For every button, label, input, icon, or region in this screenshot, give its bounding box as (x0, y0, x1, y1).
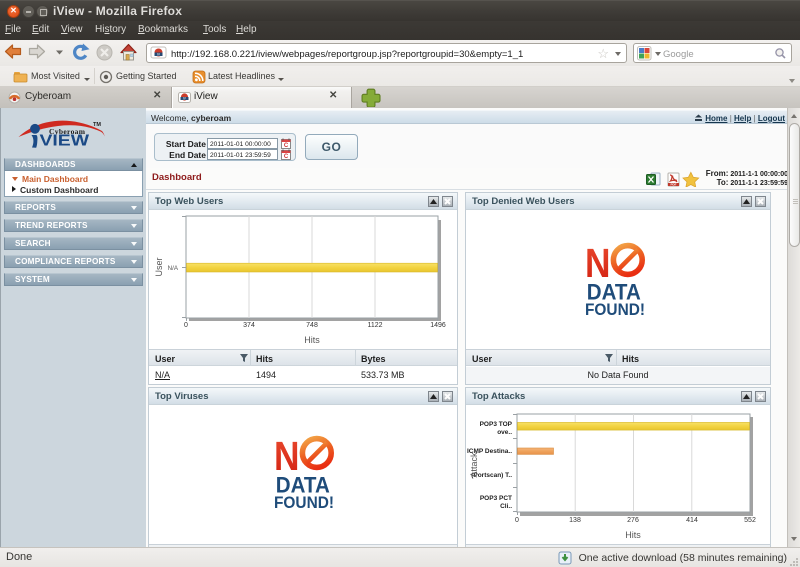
svg-text:748: 748 (306, 322, 318, 329)
svg-text:276: 276 (627, 517, 639, 524)
svg-text:POP3 TOP: POP3 TOP (480, 421, 513, 428)
svg-text:User: User (154, 257, 164, 276)
svg-text:Hits: Hits (304, 335, 320, 345)
svg-text:C: C (284, 154, 289, 160)
svg-text:Attack: Attack (469, 452, 479, 478)
svg-text:1496: 1496 (430, 322, 446, 329)
svg-text:552: 552 (744, 517, 756, 524)
svg-text:ove..: ove.. (497, 429, 512, 436)
svg-text:PDF: PDF (671, 183, 677, 187)
svg-text:Cli..: Cli.. (500, 503, 512, 510)
svg-text:Hits: Hits (625, 530, 641, 540)
svg-text:VIEW: VIEW (40, 133, 90, 150)
svg-text:0: 0 (184, 322, 188, 329)
svg-text:FOUND!: FOUND! (585, 300, 645, 319)
svg-text:414: 414 (686, 517, 698, 524)
svg-text:N/A: N/A (168, 265, 179, 272)
svg-text:138: 138 (569, 517, 581, 524)
svg-text:POP3 PCT: POP3 PCT (480, 495, 512, 502)
svg-text:0: 0 (515, 517, 519, 524)
svg-text:FOUND!: FOUND! (274, 493, 334, 512)
svg-text:374: 374 (243, 322, 255, 329)
svg-text:TM: TM (93, 122, 101, 128)
svg-text:1122: 1122 (367, 322, 382, 329)
